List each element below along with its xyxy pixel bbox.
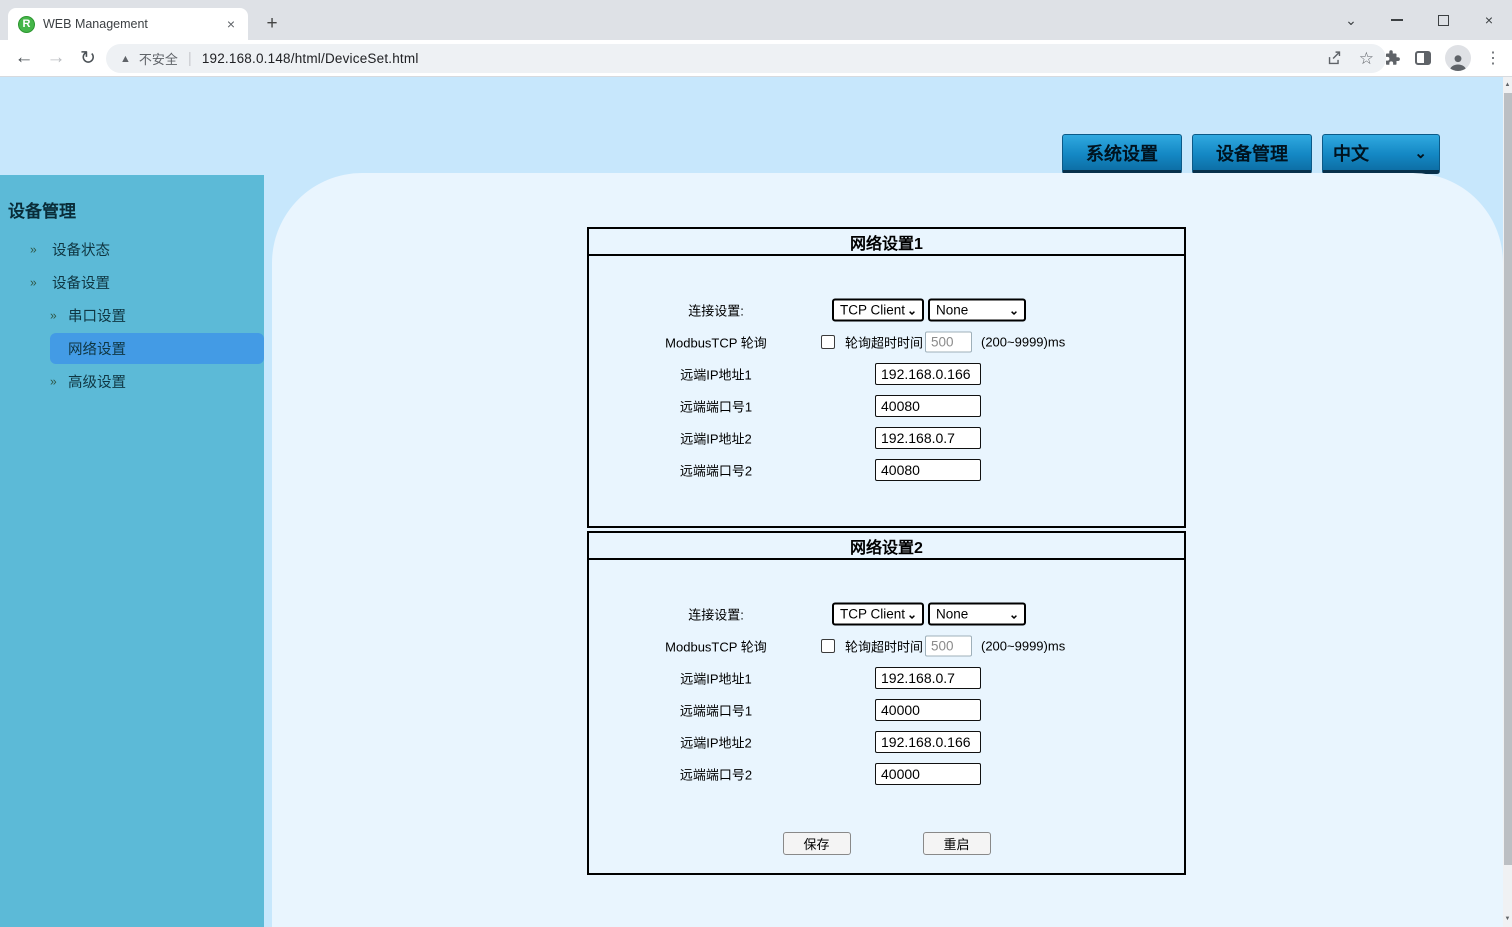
- tab-search-icon[interactable]: ⌄: [1328, 0, 1374, 40]
- remote-ip1-input[interactable]: [875, 363, 981, 385]
- remote-ip1-row: 远端IP地址1: [589, 358, 1184, 390]
- remote-ip2-input[interactable]: [875, 731, 981, 753]
- sidebar-item-advanced-settings[interactable]: » 高级设置: [0, 365, 264, 398]
- remote-port1-input[interactable]: [875, 699, 981, 721]
- profile-avatar[interactable]: [1445, 45, 1471, 71]
- sidebar-item-device-settings[interactable]: » 设备设置: [0, 266, 264, 299]
- network-settings-2-box: 网络设置2 连接设置: TCP Client ⌄ None ⌄: [587, 531, 1186, 875]
- scroll-up-icon[interactable]: ▲: [1503, 78, 1512, 92]
- reload-icon[interactable]: ↻: [72, 47, 104, 70]
- system-settings-button[interactable]: 系统设置: [1062, 134, 1182, 174]
- minimize-button[interactable]: [1374, 0, 1420, 40]
- mode-select[interactable]: None ⌄: [928, 603, 1026, 626]
- scrollbar-thumb[interactable]: [1504, 93, 1512, 865]
- omnibox-divider: |: [188, 50, 192, 67]
- remote-port1-input[interactable]: [875, 395, 981, 417]
- address-bar[interactable]: ▲ 不安全 | 192.168.0.148/html/DeviceSet.htm…: [106, 44, 1386, 73]
- content-panel: 网络设置1 连接设置: TCP Client ⌄ None ⌄: [272, 173, 1503, 927]
- timeout-input[interactable]: [925, 332, 972, 353]
- scroll-down-icon[interactable]: ▼: [1503, 912, 1512, 926]
- extensions-puzzle-icon[interactable]: [1383, 49, 1401, 67]
- browser-window: R WEB Management × + ⌄ × ← → ↻ ▲ 不安全 | 1…: [0, 0, 1512, 927]
- protocol-select[interactable]: TCP Client ⌄: [832, 603, 924, 626]
- not-secure-warning-icon[interactable]: ▲: [120, 53, 131, 64]
- chevron-down-icon: ⌄: [907, 303, 917, 317]
- security-label[interactable]: 不安全: [139, 49, 178, 68]
- new-tab-button[interactable]: +: [258, 10, 286, 38]
- tab-title: WEB Management: [43, 17, 224, 31]
- browser-tab[interactable]: R WEB Management ×: [8, 8, 248, 40]
- page-scrollbar[interactable]: ▲ ▼: [1503, 77, 1512, 927]
- save-button[interactable]: 保存: [783, 832, 851, 855]
- chevron-down-icon: ⌄: [1009, 607, 1019, 621]
- sidebar-item-device-status[interactable]: » 设备状态: [0, 233, 264, 266]
- side-panel-icon[interactable]: [1415, 51, 1431, 65]
- close-button[interactable]: ×: [1466, 0, 1512, 40]
- remote-ip2-row: 远端IP地址2: [589, 726, 1184, 758]
- timeout-input[interactable]: [925, 636, 972, 657]
- connection-row: 连接设置: TCP Client ⌄ None ⌄: [589, 294, 1184, 326]
- timeout-label: 轮询超时时间: [845, 637, 923, 656]
- device-management-button[interactable]: 设备管理: [1192, 134, 1312, 174]
- tab-strip: R WEB Management × + ⌄ ×: [0, 0, 1512, 40]
- connection-row: 连接设置: TCP Client ⌄ None ⌄: [589, 598, 1184, 630]
- remote-port2-input[interactable]: [875, 763, 981, 785]
- sidebar-item-network-settings[interactable]: 网络设置: [0, 332, 264, 365]
- browser-menu-icon[interactable]: ⋮: [1485, 48, 1501, 68]
- section-title: 网络设置1: [589, 229, 1184, 256]
- site-favicon-icon: R: [18, 16, 35, 33]
- share-icon[interactable]: [1326, 50, 1343, 67]
- language-select-value: 中文: [1333, 140, 1369, 166]
- remote-ip2-input[interactable]: [875, 427, 981, 449]
- maximize-button[interactable]: [1420, 0, 1466, 40]
- sidebar-item-serial-settings[interactable]: » 串口设置: [0, 299, 264, 332]
- restart-button[interactable]: 重启: [923, 832, 991, 855]
- remote-port2-row: 远端端口号2: [589, 758, 1184, 790]
- chevron-down-icon: ⌄: [1414, 144, 1427, 162]
- web-page: 系统设置 设备管理 中文 ⌄ 设备管理 » 设备状态 » 设备设置 » 串口设置: [0, 77, 1512, 927]
- remote-port1-row: 远端端口号1: [589, 390, 1184, 422]
- remote-port1-row: 远端端口号1: [589, 694, 1184, 726]
- mode-select[interactable]: None ⌄: [928, 299, 1026, 322]
- language-select[interactable]: 中文 ⌄: [1322, 134, 1440, 174]
- bookmark-star-icon[interactable]: ☆: [1359, 49, 1374, 69]
- modbus-row: ModbusTCP 轮询 轮询超时时间 (200~9999)ms: [589, 326, 1184, 358]
- url-text[interactable]: 192.168.0.148/html/DeviceSet.html: [202, 51, 419, 66]
- remote-port2-row: 远端端口号2: [589, 454, 1184, 486]
- remote-ip2-row: 远端IP地址2: [589, 422, 1184, 454]
- back-icon[interactable]: ←: [8, 47, 40, 69]
- chevron-down-icon: ⌄: [1009, 303, 1019, 317]
- remote-port2-input[interactable]: [875, 459, 981, 481]
- forward-icon: →: [40, 47, 72, 69]
- modbus-row: ModbusTCP 轮询 轮询超时时间 (200~9999)ms: [589, 630, 1184, 662]
- network-settings-1-box: 网络设置1 连接设置: TCP Client ⌄ None ⌄: [587, 227, 1186, 528]
- modbus-checkbox[interactable]: [821, 335, 835, 349]
- section-title: 网络设置2: [589, 533, 1184, 560]
- remote-ip1-row: 远端IP地址1: [589, 662, 1184, 694]
- chevron-down-icon: ⌄: [907, 607, 917, 621]
- tab-close-icon[interactable]: ×: [224, 16, 238, 32]
- protocol-select[interactable]: TCP Client ⌄: [832, 299, 924, 322]
- modbus-checkbox[interactable]: [821, 639, 835, 653]
- timeout-range: (200~9999)ms: [981, 335, 1065, 350]
- remote-ip1-input[interactable]: [875, 667, 981, 689]
- sidebar: 设备管理 » 设备状态 » 设备设置 » 串口设置 网络设置: [0, 175, 264, 927]
- timeout-label: 轮询超时时间: [845, 333, 923, 352]
- sidebar-title: 设备管理: [8, 197, 264, 222]
- browser-toolbar: ← → ↻ ▲ 不安全 | 192.168.0.148/html/DeviceS…: [0, 40, 1512, 77]
- timeout-range: (200~9999)ms: [981, 639, 1065, 654]
